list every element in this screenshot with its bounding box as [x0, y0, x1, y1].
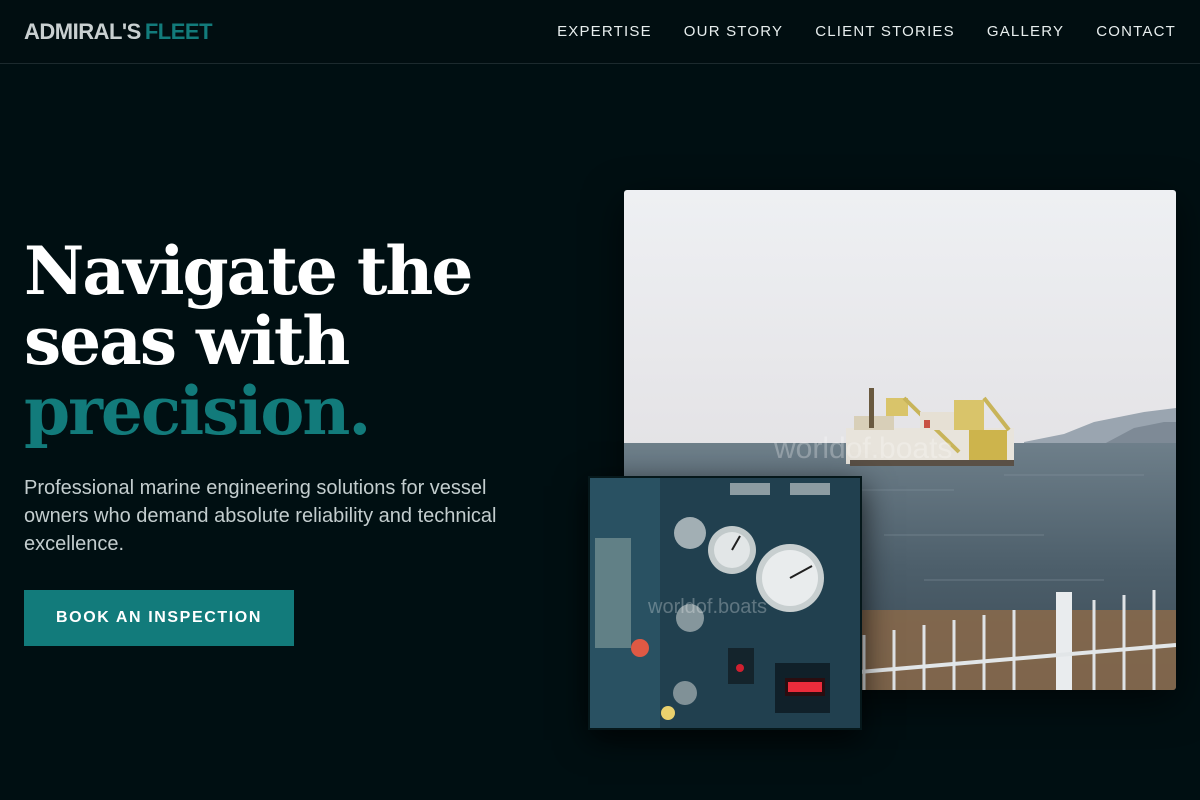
nav-expertise[interactable]: EXPERTISE: [557, 22, 652, 42]
site-header: ADMIRAL'S FLEET EXPERTISE OUR STORY CLIEN…: [0, 0, 1200, 64]
book-inspection-button[interactable]: BOOK AN INSPECTION: [24, 590, 294, 646]
nav-gallery[interactable]: GALLERY: [987, 22, 1064, 42]
hero-title-accent: precision.: [24, 372, 371, 450]
logo[interactable]: ADMIRAL'S FLEET: [24, 18, 213, 46]
logo-primary-text: ADMIRAL'S: [24, 19, 141, 44]
hero-subtitle: Professional marine engineering solution…: [24, 477, 497, 555]
nav-contact[interactable]: CONTACT: [1096, 22, 1176, 42]
inset-photo-watermark: worldof.boats: [648, 596, 767, 618]
gauges-photo: worldof.boats: [588, 476, 862, 730]
logo-secondary-text: FLEET: [144, 19, 213, 44]
hero-title-line-2: seas with: [24, 302, 350, 380]
main-nav: EXPERTISE OUR STORY CLIENT STORIES GALLE…: [557, 0, 1176, 64]
main-photo-watermark: worldof.boats: [774, 432, 953, 465]
hero-title: Navigate the seas with precision.: [24, 236, 564, 446]
hero-title-line-1: Navigate the: [24, 232, 473, 310]
nav-our-story[interactable]: OUR STORY: [684, 22, 783, 42]
nav-client-stories[interactable]: CLIENT STORIES: [815, 22, 955, 42]
